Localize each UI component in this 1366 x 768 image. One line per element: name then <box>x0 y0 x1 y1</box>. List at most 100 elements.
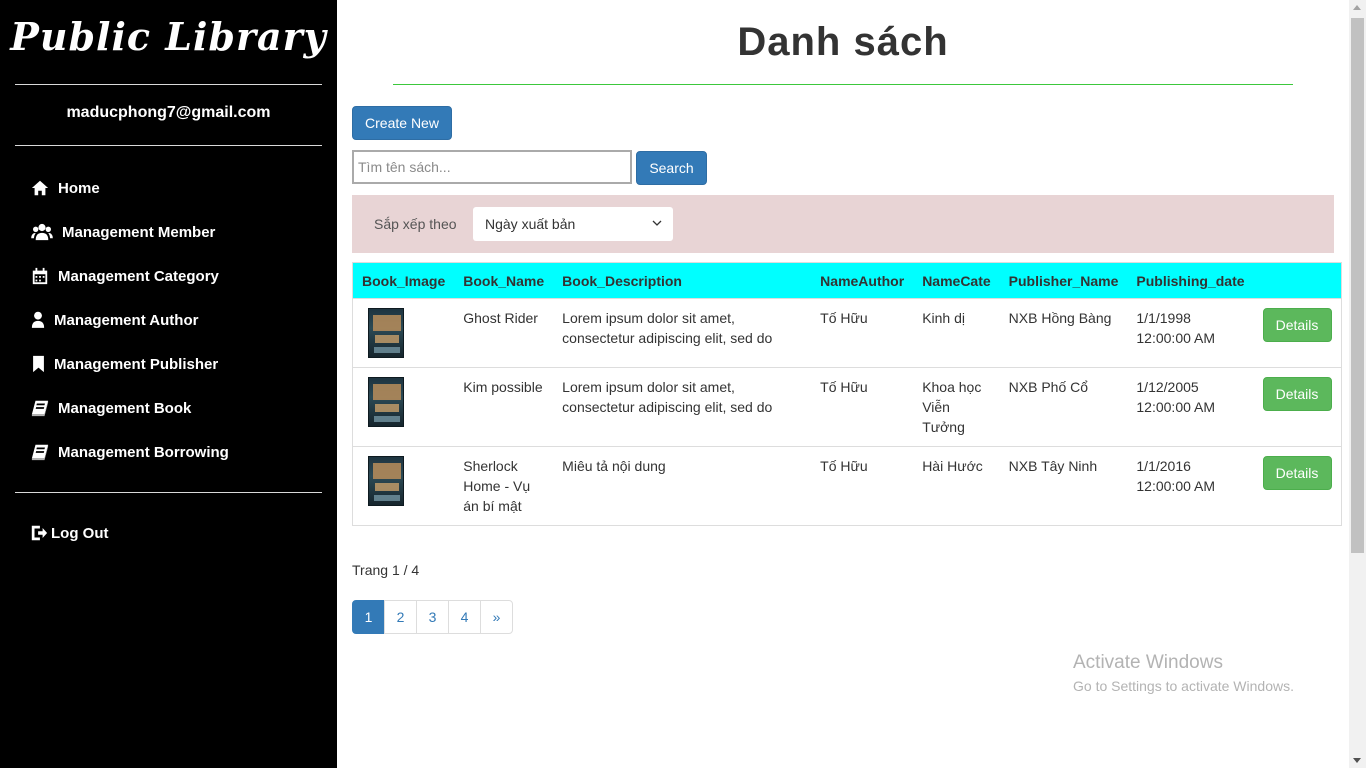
sidebar-item-management-member[interactable]: Management Member <box>30 220 215 244</box>
scroll-down-arrow-icon[interactable] <box>1353 758 1361 763</box>
details-button[interactable]: Details <box>1262 377 1332 411</box>
book-cover-image <box>368 377 404 427</box>
brand-logo-text: Public Library <box>10 14 327 59</box>
author-name: Tố Hữu <box>811 367 914 447</box>
action-cell: Details <box>1253 298 1342 368</box>
sidebar-item-management-author[interactable]: Management Author <box>30 308 198 332</box>
calendar-icon <box>30 266 50 286</box>
sort-select[interactable]: Ngày xuất bản <box>473 207 673 241</box>
book-description: Lorem ipsum dolor sit amet, consectetur … <box>562 310 773 346</box>
book-description-cell: Lorem ipsum dolor sit amet, consectetur … <box>553 367 812 447</box>
sort-bar: Sắp xếp theo Ngày xuất bản <box>352 195 1334 253</box>
publishing-time: 12:00:00 AM <box>1136 399 1216 415</box>
sidebar-divider <box>15 145 322 146</box>
sidebar-item-label: Management Book <box>58 399 192 417</box>
page-title: Danh sách <box>737 20 949 64</box>
book-description: Lorem ipsum dolor sit amet, consectetur … <box>562 379 773 415</box>
sidebar-item-label: Management Member <box>62 223 216 241</box>
page-link-1[interactable]: 1 <box>352 600 385 634</box>
sort-selected-value: Ngày xuất bản <box>485 216 576 232</box>
category-name: Kinh dị <box>913 298 1000 368</box>
publisher-name: NXB Hồng Bàng <box>999 298 1128 368</box>
publishing-date: 1/1/2016 <box>1136 458 1191 474</box>
search-input[interactable] <box>352 150 632 184</box>
publishing-date-cell: 1/1/2016 12:00:00 AM <box>1127 446 1254 526</box>
sidebar-item-management-publisher[interactable]: Management Publisher <box>30 352 218 376</box>
windows-activation-watermark: Activate Windows Go to Settings to activ… <box>1073 652 1294 694</box>
table-header-row: Book_Image Book_Name Book_Description Na… <box>352 262 1342 299</box>
sidebar: Public Library maducphong7@gmail.com Hom… <box>0 0 337 768</box>
logout-icon <box>30 523 48 543</box>
author-name: Tố Hữu <box>811 298 914 368</box>
action-cell: Details <box>1253 367 1342 447</box>
book-image-cell <box>352 446 455 526</box>
book-name: Kim possible <box>454 367 554 447</box>
details-button[interactable]: Details <box>1262 456 1332 490</box>
category-name: Hài Hước <box>913 446 1000 526</box>
page-link-3[interactable]: 3 <box>416 600 449 634</box>
watermark-title: Activate Windows <box>1073 652 1223 673</box>
column-header: NameCate <box>913 262 1000 299</box>
scroll-up-arrow-icon[interactable] <box>1353 5 1361 10</box>
user-email: maducphong7@gmail.com <box>66 104 271 121</box>
sidebar-item-label: Management Borrowing <box>58 443 229 461</box>
search-button[interactable]: Search <box>636 151 707 185</box>
book-description: Miêu tả nội dung <box>562 458 666 474</box>
sort-label: Sắp xếp theo <box>374 216 457 232</box>
logout-link[interactable]: Log Out <box>30 521 108 545</box>
table-row: Sherlock Home - Vụ án bí mật Miêu tả nội… <box>352 446 1342 526</box>
sidebar-item-label: Management Category <box>58 267 219 285</box>
details-button[interactable]: Details <box>1262 308 1332 342</box>
publishing-time: 12:00:00 AM <box>1136 478 1216 494</box>
page-link-4[interactable]: 4 <box>448 600 481 634</box>
book-icon <box>30 398 50 418</box>
sidebar-item-label: Management Author <box>54 311 199 329</box>
sidebar-item-label: Home <box>58 179 100 197</box>
books-table: Book_Image Book_Name Book_Description Na… <box>352 262 1342 526</box>
book-description-cell: Miêu tả nội dung <box>553 446 812 526</box>
chevron-down-icon <box>652 220 662 226</box>
column-header: Publishing_date <box>1127 262 1254 299</box>
publishing-time: 12:00:00 AM <box>1136 330 1216 346</box>
vertical-scrollbar[interactable] <box>1349 0 1366 768</box>
title-divider <box>393 84 1293 85</box>
column-header: Book_Description <box>553 262 812 299</box>
page-info: Trang 1 / 4 <box>352 562 420 578</box>
sidebar-divider <box>15 84 322 85</box>
book-cover-image <box>368 456 404 506</box>
user-icon <box>30 310 46 330</box>
column-header: Book_Image <box>352 262 455 299</box>
column-header: NameAuthor <box>811 262 914 299</box>
publishing-date-cell: 1/1/1998 12:00:00 AM <box>1127 298 1254 368</box>
book-description-cell: Lorem ipsum dolor sit amet, consectetur … <box>553 298 812 368</box>
table-row: Ghost Rider Lorem ipsum dolor sit amet, … <box>352 298 1342 368</box>
book-name: Ghost Rider <box>454 298 554 368</box>
column-header <box>1253 262 1342 299</box>
pagination: 1 2 3 4 » <box>352 600 513 634</box>
sidebar-item-home[interactable]: Home <box>30 176 100 200</box>
publisher-name: NXB Tây Ninh <box>999 446 1128 526</box>
sidebar-item-management-category[interactable]: Management Category <box>30 264 219 288</box>
book-image-cell <box>352 298 455 368</box>
page-link-2[interactable]: 2 <box>384 600 417 634</box>
sidebar-item-management-borrowing[interactable]: Management Borrowing <box>30 440 229 464</box>
scrollbar-thumb[interactable] <box>1351 18 1364 553</box>
create-new-button[interactable]: Create New <box>352 106 452 140</box>
author-name: Tố Hữu <box>811 446 914 526</box>
category-name: Khoa học Viễn Tưởng <box>913 367 1000 447</box>
action-cell: Details <box>1253 446 1342 526</box>
bookmark-icon <box>30 354 46 374</box>
publishing-date: 1/12/2005 <box>1136 379 1199 395</box>
publisher-name: NXB Phố Cổ <box>999 367 1128 447</box>
publishing-date-cell: 1/12/2005 12:00:00 AM <box>1127 367 1254 447</box>
home-icon <box>30 178 50 198</box>
watermark-subtitle: Go to Settings to activate Windows. <box>1073 678 1294 694</box>
column-header: Book_Name <box>454 262 554 299</box>
page-link-next[interactable]: » <box>480 600 513 634</box>
sidebar-divider <box>15 492 322 493</box>
sidebar-item-label: Management Publisher <box>54 355 219 373</box>
column-header: Publisher_Name <box>999 262 1128 299</box>
sidebar-item-management-book[interactable]: Management Book <box>30 396 191 420</box>
users-icon <box>30 222 54 242</box>
logout-label: Log Out <box>51 524 109 542</box>
